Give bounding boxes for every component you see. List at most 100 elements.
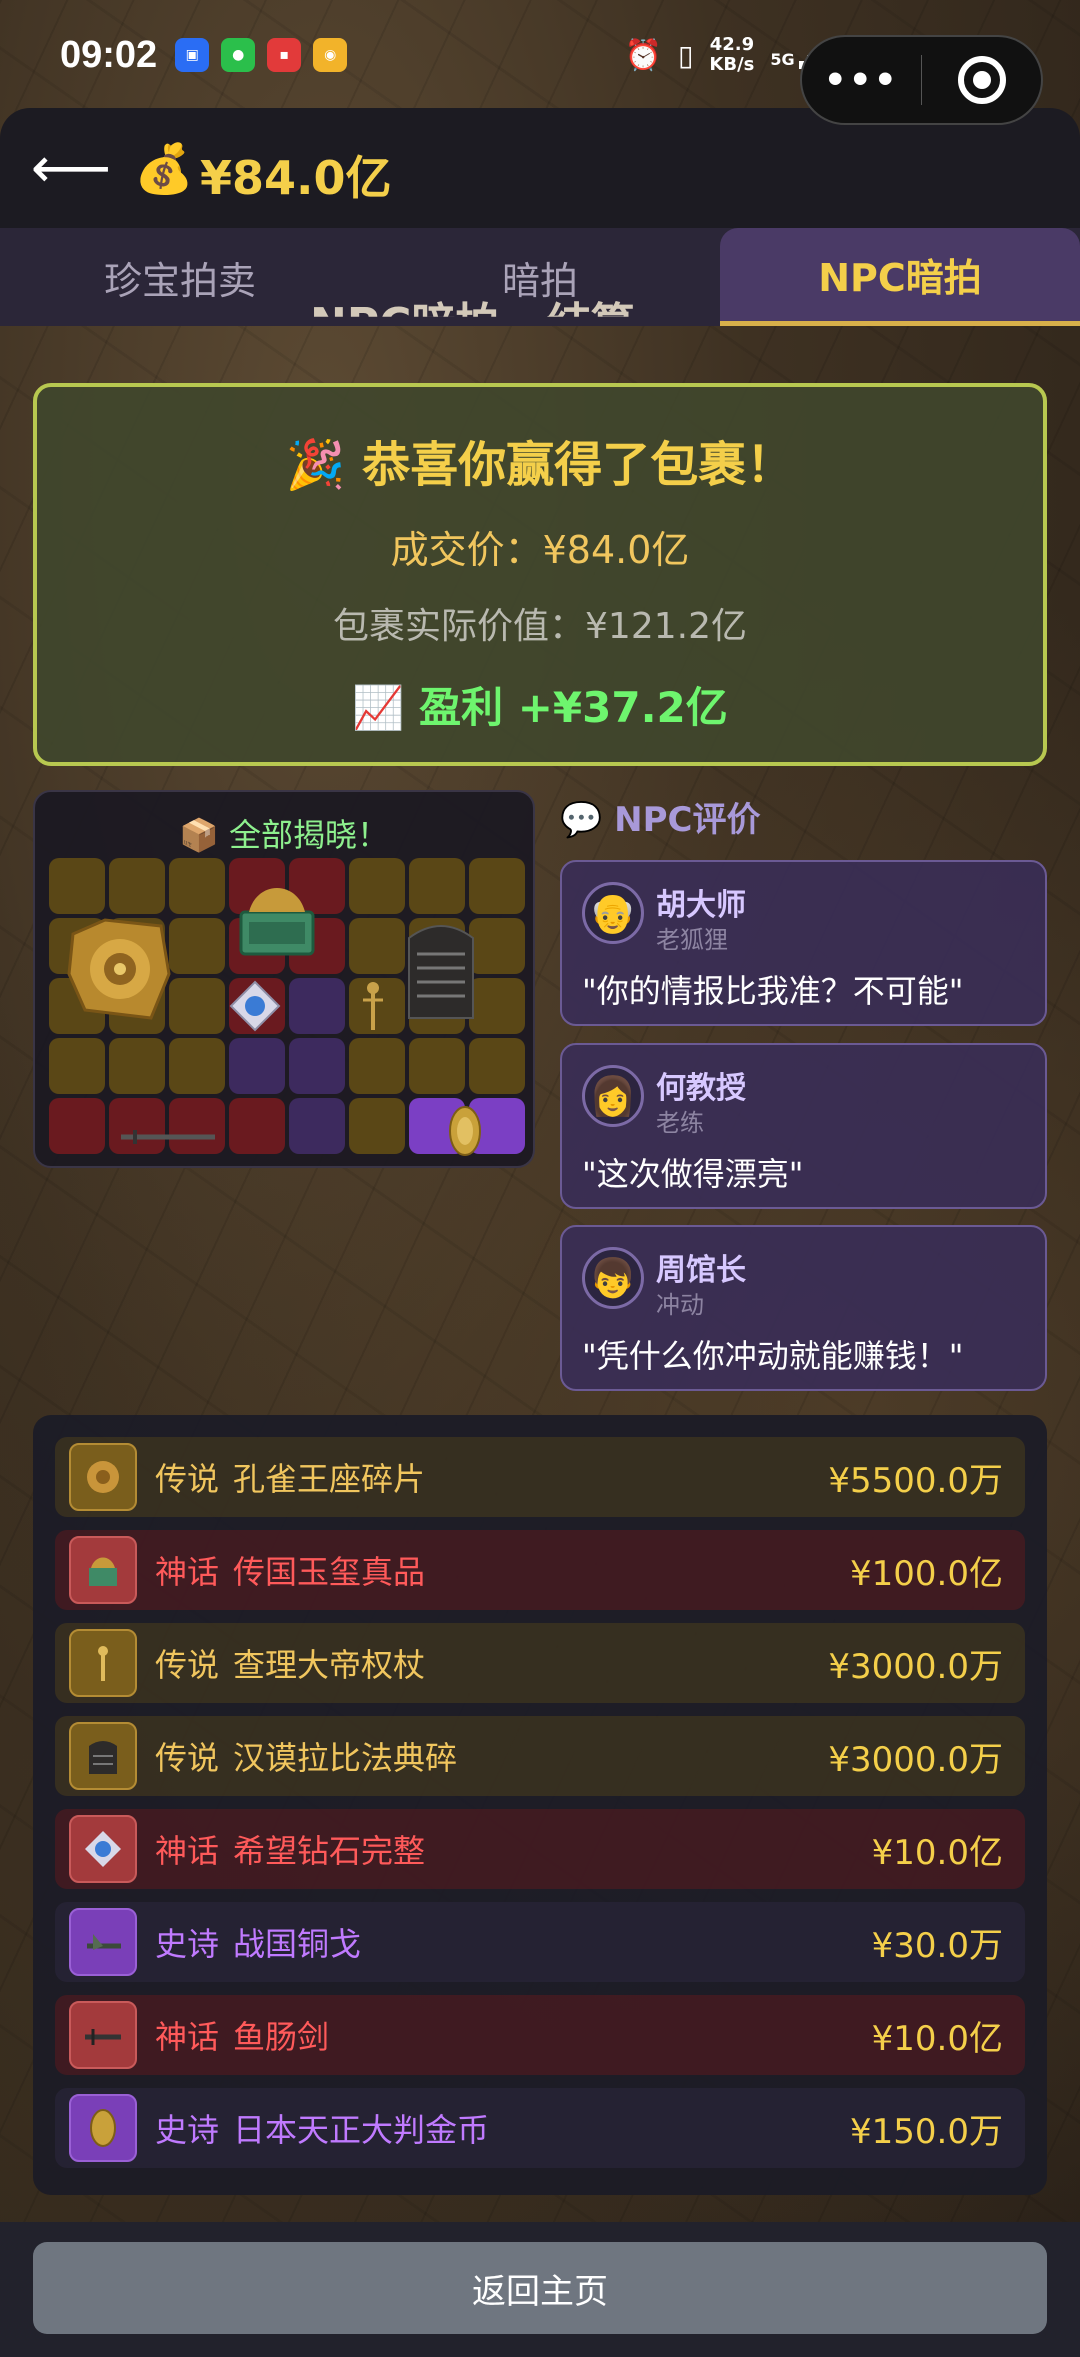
item-name: 日本天正大判金币 <box>233 2111 490 2149</box>
old-man-avatar-icon: 👴 <box>582 882 644 944</box>
tab-npc-blind-auction[interactable]: NPC暗拍 <box>720 228 1080 326</box>
npc-heading: 💬 NPC评价 <box>560 800 761 840</box>
item-price: ¥5500.0万 <box>828 1460 1003 1501</box>
grid-cell <box>49 1038 105 1094</box>
npc-tag: 冲动 <box>656 1291 704 1319</box>
item-price: ¥3000.0万 <box>828 1739 1003 1780</box>
diamond-icon <box>69 1815 137 1883</box>
grid-cell <box>169 858 225 914</box>
sword-icon <box>69 2001 137 2069</box>
boy-avatar-icon: 👦 <box>582 1247 644 1309</box>
item-name: 鱼肠剑 <box>233 2018 330 2056</box>
grid-cell <box>169 1038 225 1094</box>
weibo-icon: ◉ <box>313 38 348 72</box>
item-tier: 传说 <box>155 1646 220 1684</box>
item-price: ¥100.0亿 <box>850 1553 1003 1594</box>
more-menu-icon[interactable]: ••• <box>802 60 921 101</box>
gold-coin-icon <box>69 2094 137 2162</box>
item-tier: 神话 <box>155 1832 220 1870</box>
npc-tag: 老练 <box>656 1109 704 1137</box>
npc-quote: "凭什么你冲动就能赚钱！" <box>582 1337 964 1375</box>
list-item: 传说 孔雀王座碎片 ¥5500.0万 <box>55 1437 1025 1517</box>
back-arrow-icon[interactable]: ⟵ <box>31 136 111 201</box>
item-tier: 史诗 <box>155 1925 220 1963</box>
deal-price: 成交价：¥84.0亿 <box>390 528 690 572</box>
profit: 📈 盈利 +¥37.2亿 <box>352 683 728 732</box>
result-card: 🎉 恭喜你赢得了包裹！ 成交价：¥84.0亿 包裹实际价值：¥121.2亿 📈 … <box>33 383 1047 766</box>
miniprogram-capsule: ••• <box>800 35 1043 125</box>
item-price: ¥150.0万 <box>850 2111 1003 2152</box>
bottom-bar: 返回主页 <box>0 2222 1080 2357</box>
xiaohongshu-icon: ▪ <box>267 38 302 72</box>
item-tier: 史诗 <box>155 2111 220 2149</box>
npc-review-card: 👩 何教授 老练 "这次做得漂亮" <box>560 1043 1047 1209</box>
list-item: 神话 鱼肠剑 ¥10.0亿 <box>55 1995 1025 2075</box>
list-item: 神话 希望钻石完整 ¥10.0亿 <box>55 1809 1025 1889</box>
scepter-icon <box>345 978 401 1034</box>
npc-quote: "你的情报比我准？不可能" <box>582 972 964 1010</box>
grid-cell <box>109 1038 165 1094</box>
jade-seal-icon <box>227 866 327 966</box>
grid-cell <box>409 858 465 914</box>
net-speed: 42.9 KB/s <box>709 34 755 75</box>
wechat-icon: ● <box>221 38 256 72</box>
list-item: 史诗 日本天正大判金币 ¥150.0万 <box>55 2088 1025 2168</box>
grid-cell <box>49 858 105 914</box>
grid-cell <box>289 1038 345 1094</box>
close-miniprogram-icon[interactable] <box>922 56 1041 104</box>
item-name: 汉谟拉比法典碎 <box>233 1739 458 1777</box>
list-item: 传说 查理大帝权杖 ¥3000.0万 <box>55 1623 1025 1703</box>
status-app-icons: ▣ ● ▪ ◉ <box>175 38 348 72</box>
item-tier: 神话 <box>155 1553 220 1591</box>
grid-cell <box>289 1098 345 1154</box>
diamond-icon <box>227 978 283 1034</box>
gold-coin-icon <box>447 1104 483 1158</box>
item-name: 传国玉玺真品 <box>233 1553 426 1591</box>
vibrate-icon: ▯ <box>678 38 694 72</box>
actual-value: 包裹实际价值：¥121.2亿 <box>333 606 747 647</box>
npc-tag: 老狐狸 <box>656 926 728 954</box>
grid-cell <box>169 918 225 974</box>
app-notification-icon: ▣ <box>175 38 210 72</box>
grid-cell <box>349 1038 405 1094</box>
grid-title: 📦 全部揭晓！ <box>178 816 390 854</box>
grid-cell <box>109 858 165 914</box>
list-item: 传说 汉谟拉比法典碎 ¥3000.0万 <box>55 1716 1025 1796</box>
peacock-fragment-icon <box>65 914 175 1024</box>
item-tier: 传说 <box>155 1460 220 1498</box>
grid-cell <box>169 978 225 1034</box>
grid-cell <box>349 858 405 914</box>
app-header: ⟵ 💰 ¥84.0亿 <box>0 108 1080 228</box>
npc-name: 周馆长 <box>656 1253 746 1288</box>
grid-cell <box>349 1098 405 1154</box>
result-title: 🎉 恭喜你赢得了包裹！ <box>285 437 795 493</box>
won-items-list: 传说 孔雀王座碎片 ¥5500.0万 神话 传国玉玺真品 ¥100.0亿 传说 … <box>33 1415 1047 2195</box>
grid-cell <box>289 978 345 1034</box>
stone-tablet-icon <box>403 918 479 1022</box>
status-time: 09:02 <box>60 33 158 76</box>
npc-review-card: 👴 胡大师 老狐狸 "你的情报比我准？不可能" <box>560 860 1047 1026</box>
item-tier: 神话 <box>155 2018 220 2056</box>
npc-review-card: 👦 周馆长 冲动 "凭什么你冲动就能赚钱！" <box>560 1225 1047 1391</box>
tab-treasure-auction[interactable]: 珍宝拍卖 <box>0 228 360 326</box>
npc-quote: "这次做得漂亮" <box>582 1155 804 1193</box>
reveal-grid-panel: 📦 全部揭晓！ <box>33 790 535 1168</box>
item-price: ¥10.0亿 <box>871 2018 1003 2059</box>
item-price: ¥3000.0万 <box>828 1646 1003 1687</box>
grid-cell <box>49 1098 105 1154</box>
alarm-icon: ⏰ <box>624 37 662 73</box>
list-item: 神话 传国玉玺真品 ¥100.0亿 <box>55 1530 1025 1610</box>
npc-name: 胡大师 <box>656 888 746 923</box>
list-item: 史诗 战国铜戈 ¥30.0万 <box>55 1902 1025 1982</box>
item-price: ¥30.0万 <box>871 1925 1003 1966</box>
sword-icon <box>115 1122 225 1152</box>
money-bag-icon: 💰 <box>134 141 194 197</box>
item-name: 查理大帝权杖 <box>233 1646 426 1684</box>
item-tier: 传说 <box>155 1739 220 1777</box>
grid-cell <box>349 918 405 974</box>
return-home-button[interactable]: 返回主页 <box>33 2242 1047 2334</box>
bronze-dagger-axe-icon <box>69 1908 137 1976</box>
grid-cell <box>469 858 525 914</box>
peacock-fragment-icon <box>69 1443 137 1511</box>
npc-name: 何教授 <box>656 1071 746 1106</box>
